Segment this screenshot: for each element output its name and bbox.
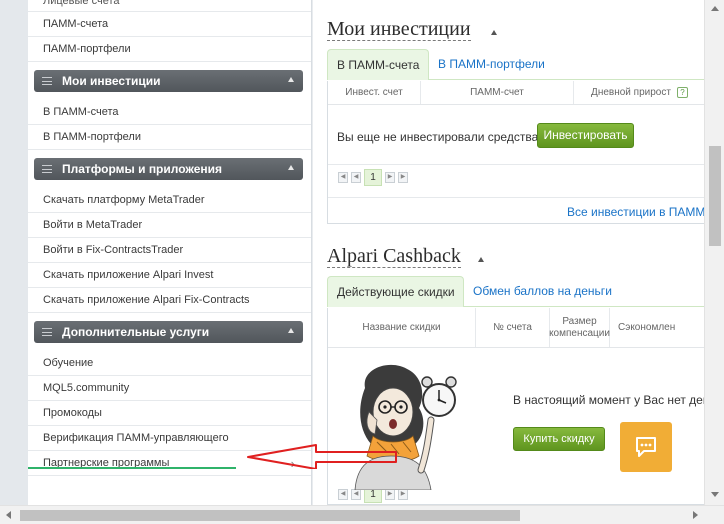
menu-icon xyxy=(42,328,52,336)
sidebar-item-invest-pamm-portfolios[interactable]: В ПАММ-портфели xyxy=(28,125,311,150)
column-header: Название скидки xyxy=(328,308,476,347)
section-header-my-investments[interactable]: Мои инвестиции xyxy=(34,70,303,92)
scroll-down-icon[interactable] xyxy=(711,492,719,497)
tab-pamm-accounts[interactable]: В ПАММ-счета xyxy=(327,49,429,80)
investments-empty-text: Вы еще не инвестировали средства. xyxy=(337,130,542,144)
sidebar-item-mql5[interactable]: MQL5.community xyxy=(28,376,311,401)
menu-icon xyxy=(42,165,52,173)
first-page-icon[interactable]: ◀ xyxy=(338,172,348,183)
cashback-title[interactable]: Alpari Cashback xyxy=(327,245,461,268)
sidebar-item-download-alpari-fix[interactable]: Скачать приложение Alpari Fix-Contracts xyxy=(28,288,311,313)
sidebar-item-education[interactable]: Обучение xyxy=(28,351,311,376)
sidebar-item-personal-accounts[interactable]: Лицевые счета xyxy=(28,0,311,12)
left-gutter xyxy=(0,0,28,505)
investments-pager: ◀ ◀ 1 ▶ ▶ xyxy=(338,169,408,186)
column-header: № счета xyxy=(476,308,550,347)
tab-points-exchange[interactable]: Обмен баллов на деньги xyxy=(464,276,621,307)
vertical-scrollbar[interactable] xyxy=(704,0,724,505)
browser-viewport: Лицевые счета ПАММ-счета ПАММ-портфели М… xyxy=(0,0,724,524)
all-investments-link[interactable]: Все инвестиции в ПАММ-с xyxy=(567,205,704,219)
sidebar-item-login-metatrader[interactable]: Войти в MetaTrader xyxy=(28,213,311,238)
menu-icon xyxy=(42,77,52,85)
vertical-scroll-thumb[interactable] xyxy=(709,146,721,246)
chat-button[interactable] xyxy=(620,422,672,472)
section-header-extra-services[interactable]: Дополнительные услуги xyxy=(34,321,303,343)
caret-up-icon xyxy=(478,257,484,262)
scroll-up-icon[interactable] xyxy=(711,6,719,11)
column-header-label: Дневной прирост xyxy=(591,86,671,98)
highlight-underline xyxy=(28,467,236,469)
section-title: Платформы и приложения xyxy=(62,162,223,176)
sidebar-item-pamm-accounts[interactable]: ПАММ-счета xyxy=(28,12,311,37)
cashback-tabs: Действующие скидки Обмен баллов на деньг… xyxy=(327,276,704,307)
investments-table-header: Инвест. счет ПАММ-счет Дневной прирост ? xyxy=(328,81,704,105)
section-title: Дополнительные услуги xyxy=(62,325,210,339)
sidebar-item-download-alpari-invest[interactable]: Скачать приложение Alpari Invest xyxy=(28,263,311,288)
column-header: ПАММ-счет xyxy=(421,81,574,104)
column-header: Инвест. счет xyxy=(328,81,421,104)
horizontal-scrollbar[interactable] xyxy=(0,505,724,524)
page-number[interactable]: 1 xyxy=(364,169,382,186)
prev-page-icon[interactable]: ◀ xyxy=(351,172,361,183)
sidebar: Лицевые счета ПАММ-счета ПАММ-портфели М… xyxy=(28,0,312,505)
sidebar-item-invest-pamm-accounts[interactable]: В ПАММ-счета xyxy=(28,100,311,125)
invest-button[interactable]: Инвестировать xyxy=(537,123,634,148)
caret-up-icon xyxy=(491,30,497,35)
section-header-platforms[interactable]: Платформы и приложения xyxy=(34,158,303,180)
column-header-daily-growth: Дневной прирост ? xyxy=(574,81,704,104)
prev-page-icon[interactable]: ◀ xyxy=(351,489,361,500)
main-content: Мои инвестиции В ПАММ-счета В ПАММ-портф… xyxy=(313,0,704,505)
caret-up-icon xyxy=(288,165,294,170)
first-page-icon[interactable]: ◀ xyxy=(338,489,348,500)
horizontal-scroll-thumb[interactable] xyxy=(20,510,520,521)
tab-pamm-portfolios[interactable]: В ПАММ-портфели xyxy=(429,49,554,80)
last-page-icon[interactable]: ▶ xyxy=(398,172,408,183)
sidebar-item-download-metatrader[interactable]: Скачать платформу MetaTrader xyxy=(28,188,311,213)
caret-up-icon xyxy=(288,328,294,333)
sidebar-investments-list: В ПАММ-счета В ПАММ-портфели xyxy=(28,100,311,150)
cashback-empty-text: В настоящий момент у Вас нет дейс xyxy=(513,393,704,407)
column-header: Сэкономлен xyxy=(618,321,676,333)
column-header: Размер компенсации xyxy=(549,308,610,347)
section-title: Мои инвестиции xyxy=(62,74,161,88)
cashback-table-header: Название скидки № счета Размер компенсац… xyxy=(328,308,704,348)
sidebar-item-pamm-portfolios[interactable]: ПАММ-портфели xyxy=(28,37,311,62)
annotation-arrow xyxy=(247,444,397,469)
last-page-icon[interactable]: ▶ xyxy=(398,489,408,500)
investments-title[interactable]: Мои инвестиции xyxy=(327,18,471,41)
chat-icon xyxy=(636,437,656,457)
sidebar-platforms-list: Скачать платформу MetaTrader Войти в Met… xyxy=(28,188,311,313)
next-page-icon[interactable]: ▶ xyxy=(385,172,395,183)
sidebar-item-promocodes[interactable]: Промокоды xyxy=(28,401,311,426)
sidebar-top-list: Лицевые счета ПАММ-счета ПАММ-портфели xyxy=(28,0,311,62)
help-icon[interactable]: ? xyxy=(676,87,688,98)
investments-panel: Инвест. счет ПАММ-счет Дневной прирост ?… xyxy=(327,81,704,224)
scroll-right-icon[interactable] xyxy=(693,511,698,519)
next-page-icon[interactable]: ▶ xyxy=(385,489,395,500)
scroll-left-icon[interactable] xyxy=(6,511,11,519)
investments-tabs: В ПАММ-счета В ПАММ-портфели xyxy=(327,49,704,80)
tab-active-discounts[interactable]: Действующие скидки xyxy=(327,276,464,307)
sidebar-item-login-fix-contracts[interactable]: Войти в Fix-ContractsTrader xyxy=(28,238,311,263)
caret-up-icon xyxy=(288,77,294,82)
woman-with-clock-illustration xyxy=(354,364,457,490)
